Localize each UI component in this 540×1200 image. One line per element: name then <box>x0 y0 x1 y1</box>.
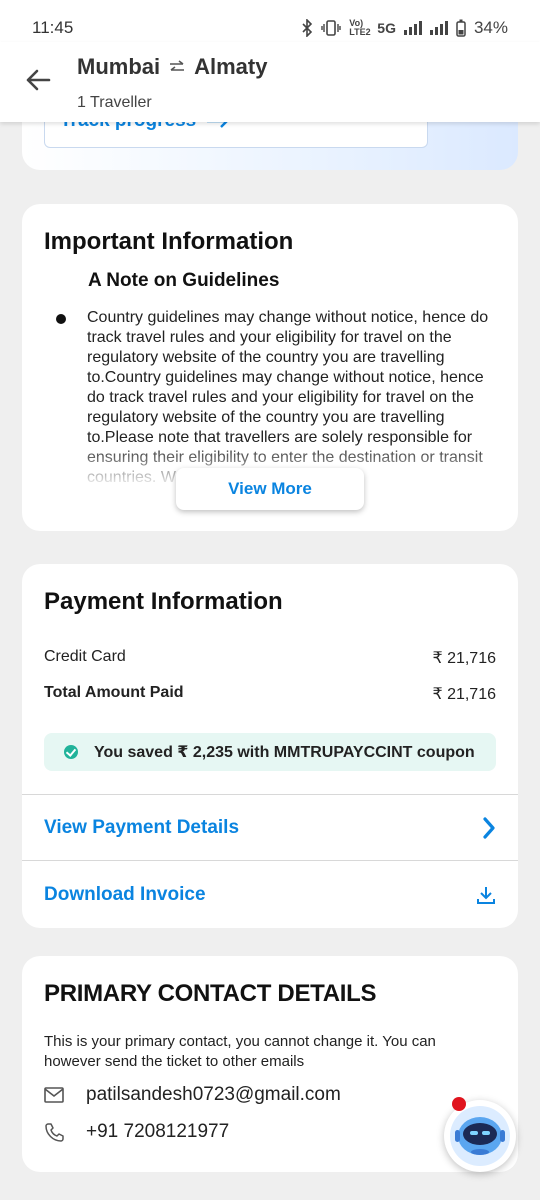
swap-arrows-icon <box>170 60 185 71</box>
credit-card-amount: ₹ 21,716 <box>432 650 496 667</box>
payment-title: Payment Information <box>44 588 283 615</box>
view-more-button[interactable]: View More <box>176 468 364 510</box>
route-title: Mumbai Almaty <box>77 54 267 80</box>
divider <box>22 860 518 861</box>
savings-text: You saved ₹ 2,235 with MMTRUPAYCCINT cou… <box>94 744 475 761</box>
traveller-count: 1 Traveller <box>77 94 152 111</box>
chatbot-button[interactable] <box>444 1100 516 1172</box>
header: Mumbai Almaty 1 Traveller <box>0 42 540 122</box>
back-arrow-icon[interactable] <box>22 64 54 96</box>
network-5g-label: 5G <box>377 20 396 36</box>
battery-icon <box>456 19 466 37</box>
total-paid-label: Total Amount Paid <box>44 684 184 701</box>
bluetooth-icon <box>302 19 313 37</box>
contact-title: PRIMARY CONTACT DETAILS <box>44 980 377 1007</box>
destination-city: Almaty <box>194 54 268 79</box>
contact-phone: +91 7208121977 <box>86 1121 230 1142</box>
view-payment-details-link[interactable]: View Payment Details <box>44 813 496 843</box>
contact-email: patilsandesh0723@gmail.com <box>86 1084 341 1105</box>
download-invoice-link[interactable]: Download Invoice <box>44 880 496 910</box>
contact-phone-row: +91 7208121977 <box>44 1121 229 1143</box>
notification-badge <box>452 1097 466 1111</box>
mail-icon <box>44 1087 64 1103</box>
guidelines-subtitle: A Note on Guidelines <box>88 270 280 291</box>
check-circle-icon <box>64 745 78 759</box>
download-icon <box>477 887 495 904</box>
download-invoice-label: Download Invoice <box>44 884 206 905</box>
total-paid-amount: ₹ 21,716 <box>432 686 496 703</box>
signal-2-icon <box>429 21 448 35</box>
signal-icon <box>403 21 422 35</box>
payment-information-card: Payment Information Credit Card ₹ 21,716… <box>22 564 518 928</box>
robot-assistant-icon <box>450 1106 510 1166</box>
status-time: 11:45 <box>32 18 74 37</box>
vibrate-icon <box>321 20 341 36</box>
important-title: Important Information <box>44 228 294 255</box>
battery-percent: 34% <box>473 18 508 37</box>
divider <box>22 794 518 795</box>
credit-card-label: Credit Card <box>44 648 126 665</box>
chevron-right-icon <box>483 817 495 839</box>
important-information-card: Important Information A Note on Guidelin… <box>22 204 518 531</box>
contact-email-row: patilsandesh0723@gmail.com <box>44 1084 341 1106</box>
credit-card-row: Credit Card ₹ 21,716 <box>44 648 496 668</box>
network-label: Vo) LTE2 <box>349 18 371 37</box>
bullet-icon <box>56 314 66 324</box>
phone-icon <box>45 1123 64 1142</box>
savings-banner: You saved ₹ 2,235 with MMTRUPAYCCINT cou… <box>44 733 496 771</box>
total-paid-row: Total Amount Paid ₹ 21,716 <box>44 684 496 704</box>
contact-description: This is your primary contact, you cannot… <box>44 1033 436 1070</box>
status-icons: Vo) LTE2 5G 34% <box>301 18 508 38</box>
view-payment-details-label: View Payment Details <box>44 817 240 838</box>
origin-city: Mumbai <box>77 54 161 79</box>
